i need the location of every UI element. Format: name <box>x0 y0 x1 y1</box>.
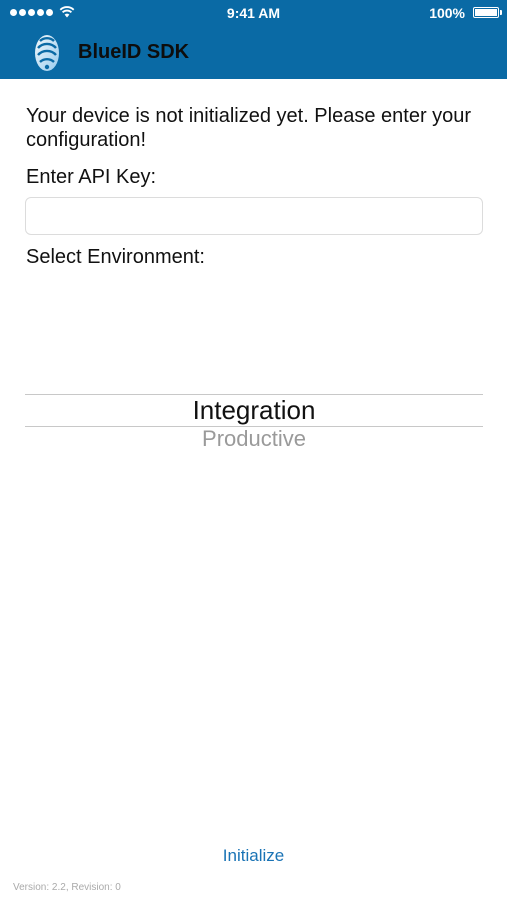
environment-label: Select Environment: <box>26 246 205 268</box>
battery-icon <box>473 7 502 18</box>
environment-picker[interactable]: Integration Productive <box>25 300 483 500</box>
picker-option-selected[interactable]: Integration <box>25 395 483 425</box>
not-initialized-message: Your device is not initialized yet. Plea… <box>26 105 472 151</box>
version-text: Version: 2.2, Revision: 0 <box>13 882 121 893</box>
nav-bar: BlueID SDK <box>0 28 507 79</box>
api-key-label: Enter API Key: <box>26 166 157 188</box>
initialize-button[interactable]: Initialize <box>0 846 507 866</box>
status-bar: 9:41 AM 100% <box>0 0 507 28</box>
battery-percent: 100% <box>429 5 465 21</box>
blueid-logo-icon <box>35 35 59 71</box>
app-header: 9:41 AM 100% BlueID SDK <box>0 0 507 79</box>
picker-option[interactable]: Productive <box>25 426 483 452</box>
api-key-input[interactable] <box>25 197 483 235</box>
intro-section: Your device is not initialized yet. Plea… <box>26 104 482 152</box>
app-title: BlueID SDK <box>78 41 190 63</box>
